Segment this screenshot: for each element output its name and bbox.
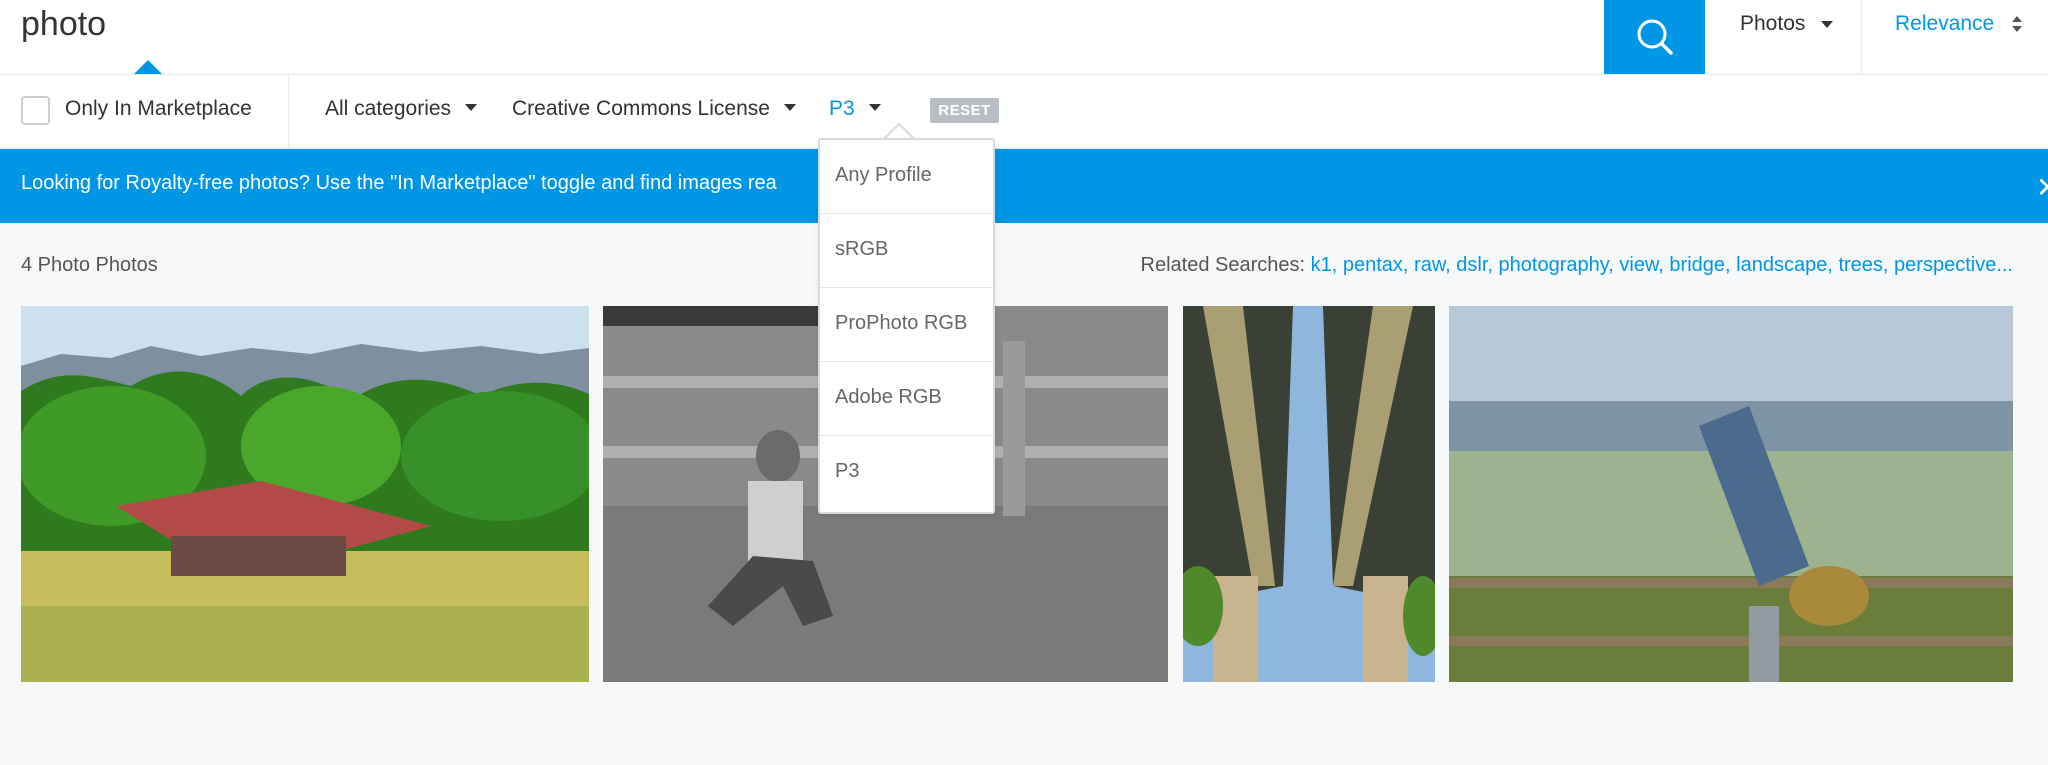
media-type-select[interactable]: Photos [1705, 0, 1862, 74]
results-count: 4 Photo Photos [21, 254, 158, 276]
marketplace-label: Only In Marketplace [65, 97, 252, 120]
category-filter[interactable]: All categories [325, 97, 478, 121]
photo-telescope-view[interactable] [1449, 306, 2013, 682]
related-term-link[interactable]: photography, [1499, 254, 1614, 276]
marketplace-pointer [134, 60, 162, 74]
caret-down-icon [465, 103, 478, 111]
filter-bar: Only In Marketplace All categories Creat… [0, 75, 2048, 149]
caret-down-icon [783, 103, 796, 111]
color-profile-dropdown: Any Profile sRGB ProPhoto RGB Adobe RGB … [818, 138, 995, 514]
sort-arrows-icon [2012, 16, 2022, 32]
media-type-label: Photos [1740, 12, 1806, 35]
info-banner: Looking for Royalty-free photos? Use the… [0, 149, 2048, 223]
related-term-link[interactable]: landscape, [1736, 254, 1833, 276]
related-term-link[interactable]: raw, [1414, 254, 1451, 276]
related-searches: Related Searches: k1, pentax, raw, dslr,… [1141, 254, 2013, 277]
filter-divider [288, 75, 289, 149]
search-icon [1637, 19, 1673, 55]
profile-option-p3[interactable]: P3 [820, 436, 993, 510]
caret-down-icon [868, 103, 881, 111]
related-term-link[interactable]: perspective... [1894, 254, 2013, 276]
color-profile-filter-label: P3 [829, 97, 855, 120]
close-icon[interactable]: ✕ [2036, 171, 2048, 204]
related-term-link[interactable]: pentax, [1343, 254, 1409, 276]
color-profile-filter[interactable]: P3 [829, 97, 881, 121]
photo-bridge-underside[interactable] [1183, 306, 1435, 682]
top-search-bar: Photos Relevance [0, 0, 2048, 75]
reset-button[interactable]: RESET [930, 98, 999, 123]
photo-barn-landscape[interactable] [21, 306, 589, 682]
marketplace-checkbox[interactable] [21, 96, 50, 125]
profile-option-any[interactable]: Any Profile [820, 140, 993, 214]
sort-label: Relevance [1895, 12, 1995, 35]
search-input[interactable] [0, 0, 1604, 74]
caret-down-icon [1821, 21, 1833, 28]
related-term-link[interactable]: k1, [1311, 254, 1338, 276]
search-button[interactable] [1604, 0, 1705, 74]
related-term-link[interactable]: dslr, [1456, 254, 1493, 276]
banner-text: Looking for Royalty-free photos? Use the… [21, 172, 777, 194]
category-filter-label: All categories [325, 97, 452, 120]
profile-option-prophoto-rgb[interactable]: ProPhoto RGB [820, 288, 993, 362]
related-term-link[interactable]: view, [1619, 254, 1663, 276]
related-term-link[interactable]: bridge, [1669, 254, 1730, 276]
sort-select[interactable]: Relevance [1862, 0, 2048, 74]
license-filter-label: Creative Commons License [512, 97, 770, 120]
profile-option-srgb[interactable]: sRGB [820, 214, 993, 288]
license-filter[interactable]: Creative Commons License [512, 97, 796, 121]
related-term-link[interactable]: trees, [1838, 254, 1888, 276]
related-searches-label: Related Searches: [1140, 254, 1306, 276]
profile-option-adobe-rgb[interactable]: Adobe RGB [820, 362, 993, 436]
